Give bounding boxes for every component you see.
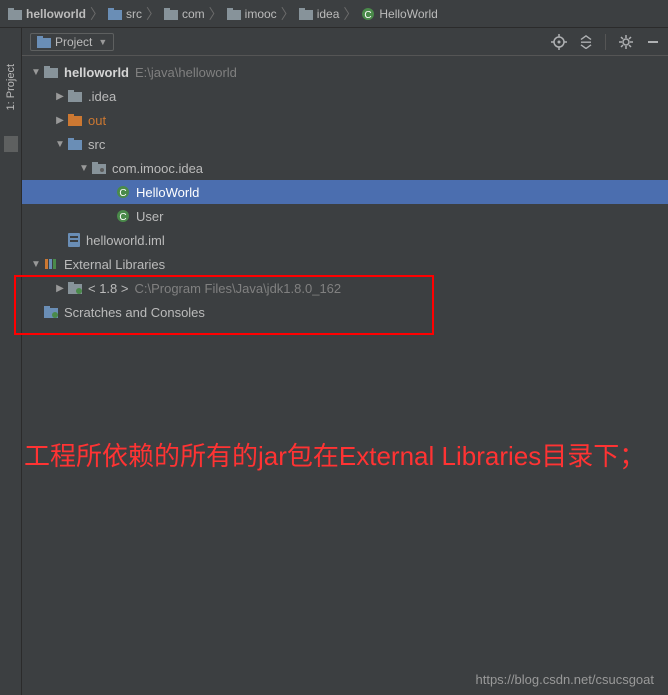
tree-node-jdk[interactable]: < 1.8 > C:\Program Files\Java\jdk1.8.0_1… xyxy=(22,276,668,300)
locate-icon[interactable] xyxy=(551,34,567,50)
chevron-down-icon: ▼ xyxy=(98,37,107,47)
folder-icon xyxy=(68,114,82,126)
tree-label: HelloWorld xyxy=(136,185,199,200)
package-icon xyxy=(92,162,106,174)
panel-view-dropdown[interactable]: Project ▼ xyxy=(30,33,114,51)
tree-label: helloworld xyxy=(64,65,129,80)
class-icon: C xyxy=(116,209,130,223)
watermark: https://blog.csdn.net/csucsgoat xyxy=(476,672,655,687)
breadcrumb: helloworld 〉 src 〉 com 〉 imooc 〉 idea 〉 … xyxy=(0,0,668,28)
chevron-right-icon: 〉 xyxy=(90,4,104,24)
project-panel: Project ▼ xyxy=(22,28,668,695)
minimize-icon[interactable] xyxy=(646,35,660,49)
tool-placeholder-icon[interactable] xyxy=(4,136,18,152)
breadcrumb-label: idea xyxy=(317,7,340,21)
library-icon xyxy=(44,257,58,271)
panel-actions xyxy=(551,34,660,50)
tree-label: com.imooc.idea xyxy=(112,161,203,176)
breadcrumb-label: helloworld xyxy=(26,7,86,21)
class-icon: C xyxy=(116,185,130,199)
tree-label: src xyxy=(88,137,105,152)
svg-text:C: C xyxy=(119,212,126,223)
scratches-icon xyxy=(44,306,58,318)
project-view-icon xyxy=(37,36,51,48)
chevron-right-icon: 〉 xyxy=(146,4,160,24)
breadcrumb-label: com xyxy=(182,7,205,21)
folder-icon xyxy=(164,8,178,20)
tree-label: External Libraries xyxy=(64,257,165,272)
tree-path: C:\Program Files\Java\jdk1.8.0_162 xyxy=(134,281,341,296)
tree-node-scratches[interactable]: Scratches and Consoles xyxy=(22,300,668,324)
tree-node-class-helloworld[interactable]: C HelloWorld xyxy=(22,180,668,204)
chevron-right-icon: 〉 xyxy=(281,4,295,24)
breadcrumb-item-com[interactable]: com xyxy=(164,7,205,21)
breadcrumb-item-src[interactable]: src xyxy=(108,7,142,21)
tree-label: User xyxy=(136,209,163,224)
tool-window-tab-project[interactable]: 1: Project xyxy=(5,58,17,116)
breadcrumb-label: src xyxy=(126,7,142,21)
source-folder-icon xyxy=(68,138,82,150)
tree-label: Scratches and Consoles xyxy=(64,305,205,320)
project-tree: helloworld E:\java\helloworld .idea out … xyxy=(22,56,668,695)
tree-label: helloworld.iml xyxy=(86,233,165,248)
folder-icon xyxy=(227,8,241,20)
expand-arrow-icon[interactable] xyxy=(54,115,66,126)
panel-title: Project xyxy=(55,35,92,49)
folder-icon xyxy=(8,8,22,20)
breadcrumb-item-idea[interactable]: idea xyxy=(299,7,340,21)
expand-arrow-icon[interactable] xyxy=(54,283,66,294)
tree-node-package[interactable]: com.imooc.idea xyxy=(22,156,668,180)
tool-window-bar: 1: Project xyxy=(0,28,22,695)
tree-path: E:\java\helloworld xyxy=(135,65,237,80)
expand-arrow-icon[interactable] xyxy=(30,67,42,78)
folder-icon xyxy=(299,8,313,20)
breadcrumb-label: imooc xyxy=(245,7,277,21)
tree-node-class-user[interactable]: C User xyxy=(22,204,668,228)
folder-icon xyxy=(68,90,82,102)
breadcrumb-item-project[interactable]: helloworld xyxy=(8,7,86,21)
tree-node-out-folder[interactable]: out xyxy=(22,108,668,132)
breadcrumb-item-class[interactable]: C HelloWorld xyxy=(361,7,437,21)
tree-node-src-folder[interactable]: src xyxy=(22,132,668,156)
folder-icon xyxy=(44,66,58,78)
module-file-icon xyxy=(68,233,80,247)
breadcrumb-item-imooc[interactable]: imooc xyxy=(227,7,277,21)
chevron-right-icon: 〉 xyxy=(343,4,357,24)
tree-node-idea-folder[interactable]: .idea xyxy=(22,84,668,108)
svg-text:C: C xyxy=(365,10,372,21)
tree-label: out xyxy=(88,113,106,128)
tree-node-external-libraries[interactable]: External Libraries xyxy=(22,252,668,276)
breadcrumb-label: HelloWorld xyxy=(379,7,437,21)
class-icon: C xyxy=(361,7,375,21)
folder-icon xyxy=(108,8,122,20)
expand-arrow-icon[interactable] xyxy=(30,259,42,270)
divider xyxy=(605,34,606,50)
panel-header: Project ▼ xyxy=(22,28,668,56)
tree-label: .idea xyxy=(88,89,116,104)
collapse-all-icon[interactable] xyxy=(579,35,593,49)
expand-arrow-icon[interactable] xyxy=(54,91,66,102)
svg-text:C: C xyxy=(119,188,126,199)
chevron-right-icon: 〉 xyxy=(209,4,223,24)
tree-node-iml[interactable]: helloworld.iml xyxy=(22,228,668,252)
tree-label: < 1.8 > xyxy=(88,281,128,296)
tree-node-project-root[interactable]: helloworld E:\java\helloworld xyxy=(22,60,668,84)
expand-arrow-icon[interactable] xyxy=(78,163,90,174)
annotation-text: 工程所依赖的所有的jar包在External Libraries目录下； xyxy=(24,436,654,478)
gear-icon[interactable] xyxy=(618,34,634,50)
expand-arrow-icon[interactable] xyxy=(54,139,66,150)
jdk-folder-icon xyxy=(68,282,82,294)
